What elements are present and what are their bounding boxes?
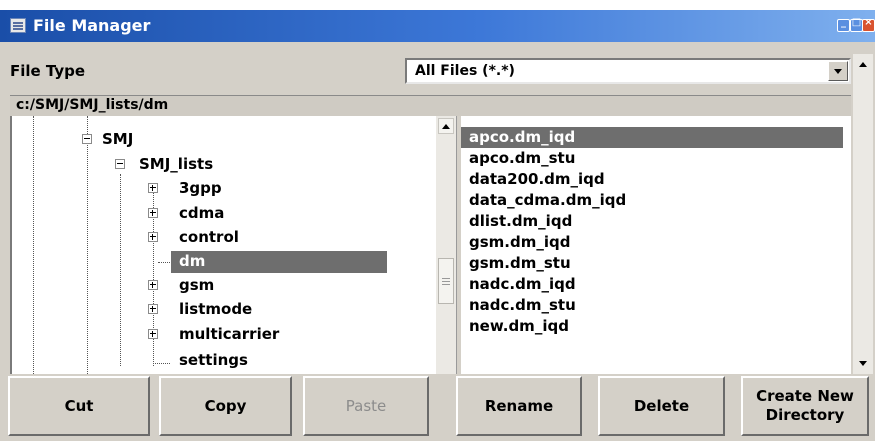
tree-guide-line — [158, 262, 170, 263]
file-list[interactable]: apco.dm_iqd apco.dm_stu data200.dm_iqd d… — [461, 116, 851, 374]
delete-button[interactable]: Delete — [598, 376, 725, 436]
file-name: new.dm_iqd — [469, 317, 569, 335]
file-type-select[interactable]: All Files (*.*) — [405, 58, 851, 84]
tree-guide-line — [33, 116, 34, 374]
tree-guide-line — [87, 116, 88, 374]
outer-scrollbar[interactable] — [853, 54, 873, 374]
close-icon: × — [864, 17, 873, 28]
expand-icon[interactable] — [148, 304, 158, 314]
current-path: c:/SMJ/SMJ_lists/dm — [16, 97, 169, 113]
minimize-icon: _ — [841, 17, 846, 28]
file-name: nadc.dm_stu — [469, 296, 576, 314]
close-button[interactable]: × — [862, 17, 875, 32]
scroll-up-icon[interactable] — [438, 118, 454, 134]
file-item[interactable]: new.dm_iqd — [461, 316, 841, 337]
file-name: gsm.dm_iqd — [469, 233, 571, 251]
file-name: gsm.dm_stu — [469, 254, 571, 272]
tree-node-label: listmode — [179, 300, 253, 318]
file-manager-icon — [10, 18, 26, 33]
title-bar[interactable]: File Manager _ □ × — [0, 10, 875, 42]
scroll-down-icon[interactable] — [853, 356, 873, 372]
tree-scrollbar[interactable] — [436, 116, 456, 374]
file-item[interactable]: data200.dm_iqd — [461, 169, 841, 190]
tree-node-label: SMJ — [102, 130, 134, 148]
expand-icon[interactable] — [148, 329, 158, 339]
tree-guide-line — [120, 174, 121, 366]
copy-button[interactable]: Copy — [159, 376, 292, 436]
file-item[interactable]: dlist.dm_iqd — [461, 211, 841, 232]
file-item[interactable]: nadc.dm_stu — [461, 295, 841, 316]
file-name: apco.dm_stu — [469, 149, 576, 167]
expand-icon[interactable] — [148, 280, 158, 290]
file-item[interactable]: data_cdma.dm_iqd — [461, 190, 841, 211]
window-title: File Manager — [33, 16, 151, 35]
file-name: apco.dm_iqd — [469, 128, 576, 146]
tree-node-label: gsm — [179, 276, 215, 294]
file-manager-window: File Manager _ □ × File Type All Files (… — [0, 10, 875, 441]
cut-button[interactable]: Cut — [8, 376, 150, 436]
file-item[interactable]: gsm.dm_iqd — [461, 232, 841, 253]
collapse-icon[interactable] — [82, 134, 92, 144]
expand-icon[interactable] — [148, 183, 158, 193]
file-name: data_cdma.dm_iqd — [469, 191, 627, 209]
scroll-thumb[interactable] — [438, 258, 454, 304]
file-name: data200.dm_iqd — [469, 170, 605, 188]
paste-button[interactable]: Paste — [303, 376, 429, 436]
chevron-down-icon[interactable] — [828, 61, 848, 81]
tree-node-label: cdma — [179, 204, 225, 222]
path-bar: c:/SMJ/SMJ_lists/dm — [10, 95, 851, 116]
tree-node-label: settings — [179, 351, 248, 369]
tree-node-label: 3gpp — [179, 179, 222, 197]
tree-node-label: dm — [179, 252, 206, 270]
directory-tree[interactable]: SMJ SMJ_lists 3gpp cdma control dm gsm l… — [10, 116, 456, 374]
file-item[interactable]: apco.dm_iqd — [461, 127, 843, 148]
create-new-directory-button[interactable]: Create New Directory — [741, 376, 869, 436]
tree-guide-line — [153, 363, 170, 364]
tree-node-label: SMJ_lists — [139, 155, 214, 173]
expand-icon[interactable] — [148, 208, 158, 218]
file-name: nadc.dm_iqd — [469, 275, 576, 293]
file-name: dlist.dm_iqd — [469, 212, 573, 230]
rename-button[interactable]: Rename — [456, 376, 582, 436]
minimize-button[interactable]: _ — [837, 17, 850, 32]
file-item[interactable]: gsm.dm_stu — [461, 253, 841, 274]
scroll-up-icon[interactable] — [853, 56, 873, 72]
maximize-icon: □ — [851, 17, 862, 28]
tree-node-label: multicarrier — [179, 325, 280, 343]
expand-icon[interactable] — [148, 232, 158, 242]
tree-node-label: control — [179, 228, 239, 246]
collapse-icon[interactable] — [115, 159, 125, 169]
file-type-label: File Type — [10, 62, 86, 80]
file-item[interactable]: nadc.dm_iqd — [461, 274, 841, 295]
file-item[interactable]: apco.dm_stu — [461, 148, 841, 169]
file-type-value: All Files (*.*) — [415, 63, 515, 79]
